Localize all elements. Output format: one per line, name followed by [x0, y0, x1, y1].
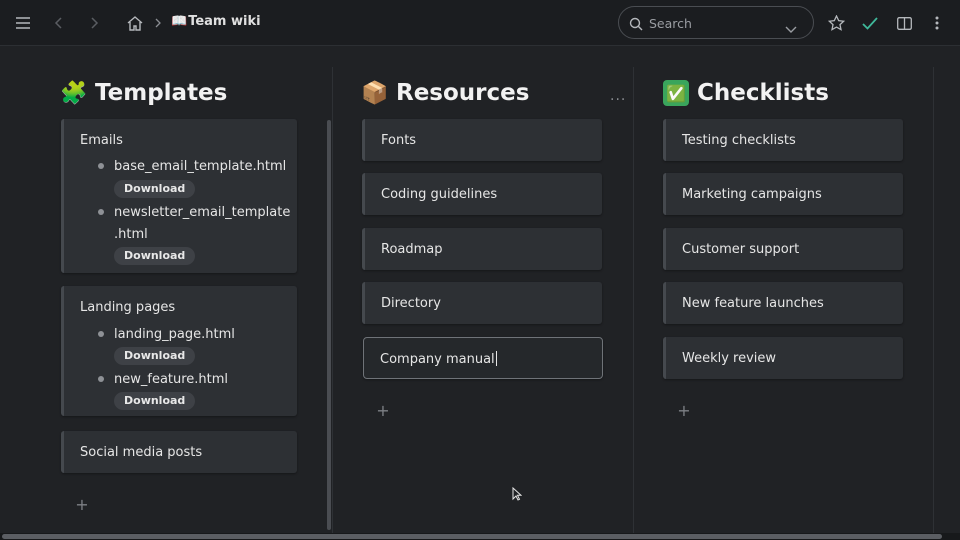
- download-button[interactable]: Download: [114, 392, 196, 410]
- card-label: Testing checklists: [682, 133, 796, 148]
- kanban-board: 🧩 Templates Emails base_email_template.h…: [0, 47, 960, 533]
- card-label: Landing pages: [80, 300, 176, 315]
- card-label: Coding guidelines: [381, 187, 498, 202]
- card-label: Social media posts: [80, 445, 203, 460]
- chevron-right-icon: [147, 12, 169, 34]
- file-link[interactable]: newsletter_email_template: [114, 205, 290, 220]
- bullet: [98, 163, 104, 169]
- card-coding-guidelines[interactable]: Coding guidelines: [362, 173, 602, 215]
- card-marketing-campaigns[interactable]: Marketing campaigns: [663, 173, 903, 215]
- column-title-text: Checklists: [697, 80, 829, 106]
- file-link[interactable]: base_email_template.html: [114, 159, 286, 174]
- bullet: [98, 209, 104, 215]
- bullet: [98, 331, 104, 337]
- file-link[interactable]: landing_page.html: [114, 327, 235, 342]
- search-placeholder: Search: [649, 16, 692, 31]
- sidebar-toggle-icon[interactable]: [893, 12, 915, 34]
- column-title[interactable]: 📦 Resources: [361, 80, 530, 106]
- column-title-text: Resources: [396, 80, 530, 106]
- text-caret: [495, 351, 497, 366]
- card-new-feature-launches[interactable]: New feature launches: [663, 282, 903, 324]
- menu-icon[interactable]: [12, 12, 34, 34]
- forward-icon[interactable]: [84, 12, 106, 34]
- card-label: Fonts: [381, 133, 417, 148]
- card-customer-support[interactable]: Customer support: [663, 228, 903, 270]
- column-divider: [933, 67, 934, 533]
- package-icon: 📦: [361, 80, 389, 106]
- card-label: Customer support: [682, 242, 800, 257]
- download-button[interactable]: Download: [114, 247, 196, 265]
- book-icon: 📖: [171, 14, 188, 29]
- card-label: Company manual: [380, 352, 495, 367]
- scrollbar-thumb[interactable]: [2, 534, 942, 539]
- add-card-button[interactable]: +: [75, 497, 89, 513]
- card-landing-pages[interactable]: Landing pages landing_page.html Download…: [61, 286, 297, 416]
- chevron-down-icon[interactable]: [785, 19, 797, 38]
- file-link[interactable]: new_feature.html: [114, 372, 228, 387]
- top-toolbar: 📖 Team wiki Search: [0, 0, 960, 46]
- card-emails[interactable]: Emails base_email_template.html Download…: [61, 119, 297, 273]
- add-card-button[interactable]: +: [677, 403, 691, 419]
- card-label: Directory: [381, 296, 441, 311]
- file-link-continued[interactable]: .html: [114, 227, 148, 242]
- horizontal-scrollbar[interactable]: [0, 533, 960, 540]
- card-company-manual-editing[interactable]: Company manual: [363, 337, 603, 379]
- card-fonts[interactable]: Fonts: [362, 119, 602, 161]
- download-button[interactable]: Download: [114, 347, 196, 365]
- column-title[interactable]: ✅ Checklists: [663, 80, 829, 106]
- bullet: [98, 376, 104, 382]
- back-icon[interactable]: [47, 12, 69, 34]
- card-testing-checklists[interactable]: Testing checklists: [663, 119, 903, 161]
- column-title-text: Templates: [95, 80, 228, 106]
- column-divider: [633, 67, 634, 533]
- breadcrumb[interactable]: 📖 Team wiki: [171, 14, 261, 29]
- card-directory[interactable]: Directory: [362, 282, 602, 324]
- card-label: Weekly review: [682, 351, 777, 366]
- card-social-media-posts[interactable]: Social media posts: [61, 431, 297, 473]
- star-icon[interactable]: [825, 12, 847, 34]
- column-title[interactable]: 🧩 Templates: [60, 80, 228, 106]
- card-title-input[interactable]: Company manual: [380, 351, 497, 367]
- more-vertical-icon[interactable]: [926, 12, 948, 34]
- card-roadmap[interactable]: Roadmap: [362, 228, 602, 270]
- check-icon[interactable]: [859, 12, 881, 34]
- card-weekly-review[interactable]: Weekly review: [663, 337, 903, 379]
- column-scrollbar[interactable]: [327, 120, 331, 530]
- download-button[interactable]: Download: [114, 180, 196, 198]
- column-divider: [332, 67, 333, 533]
- card-label: New feature launches: [682, 296, 824, 311]
- mouse-pointer-icon: [512, 486, 523, 505]
- column-more-icon[interactable]: ···: [610, 92, 626, 108]
- add-card-button[interactable]: +: [376, 403, 390, 419]
- home-icon[interactable]: [124, 12, 146, 34]
- card-label: Roadmap: [381, 242, 443, 257]
- search-field[interactable]: Search: [618, 6, 814, 39]
- puzzle-icon: 🧩: [60, 80, 88, 106]
- card-label: Emails: [80, 133, 123, 148]
- checkbox-icon: ✅: [663, 80, 689, 106]
- search-icon: [629, 16, 643, 35]
- card-label: Marketing campaigns: [682, 187, 822, 202]
- breadcrumb-title: Team wiki: [188, 14, 261, 29]
